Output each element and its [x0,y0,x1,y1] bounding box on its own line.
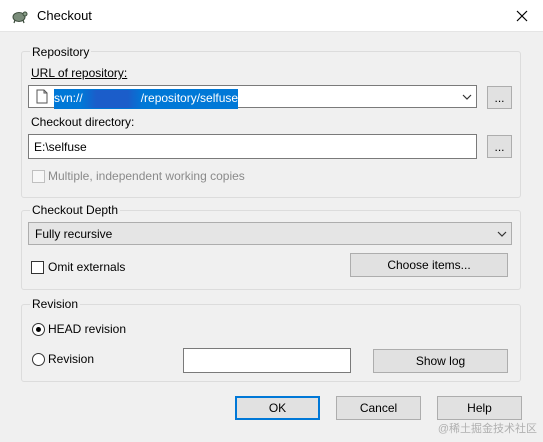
watermark: @稀土掘金技术社区 [437,423,537,435]
redacted-host [80,90,143,108]
multiple-copies-label: Multiple, independent working copies [48,169,245,183]
depth-selected-value: Fully recursive [35,227,113,241]
cancel-button[interactable]: Cancel [336,396,421,420]
repository-group-label: Repository [30,45,92,59]
checkout-dir-input[interactable]: E:\selfuse [28,134,477,159]
help-button[interactable]: Help [437,396,522,420]
close-button[interactable] [509,4,535,28]
depth-select[interactable]: Fully recursive [28,222,512,245]
ok-button[interactable]: OK [235,396,320,420]
url-browse-button[interactable]: ... [487,86,512,109]
tortoisesvn-icon [12,11,28,24]
checkout-dir-value: E:\selfuse [34,140,87,154]
head-revision-radio[interactable] [32,323,45,336]
show-log-button[interactable]: Show log [373,349,508,373]
dir-browse-button[interactable]: ... [487,135,512,158]
revision-group-label: Revision [30,297,81,311]
chevron-down-icon [497,231,507,237]
revision-radio[interactable] [32,353,45,366]
close-icon [516,10,528,22]
url-combobox[interactable]: svn:///repository/selfuse [28,85,477,109]
choose-items-button[interactable]: Choose items... [350,253,508,277]
checkout-depth-group-label: Checkout Depth [30,203,121,217]
omit-externals-label: Omit externals [48,260,126,274]
url-label: URL of repository: [31,66,128,80]
omit-externals-checkbox[interactable] [31,261,44,274]
document-icon [36,89,48,104]
window-title: Checkout [37,8,92,23]
revision-input[interactable] [183,348,351,373]
revision-label: Revision [48,352,95,366]
url-value: svn:///repository/selfuse [54,89,239,109]
multiple-copies-checkbox[interactable] [32,170,45,183]
head-revision-label: HEAD revision [48,322,127,336]
checkout-dir-label: Checkout directory: [31,115,135,129]
chevron-down-icon [462,94,472,100]
title-bar: Checkout [0,0,543,32]
